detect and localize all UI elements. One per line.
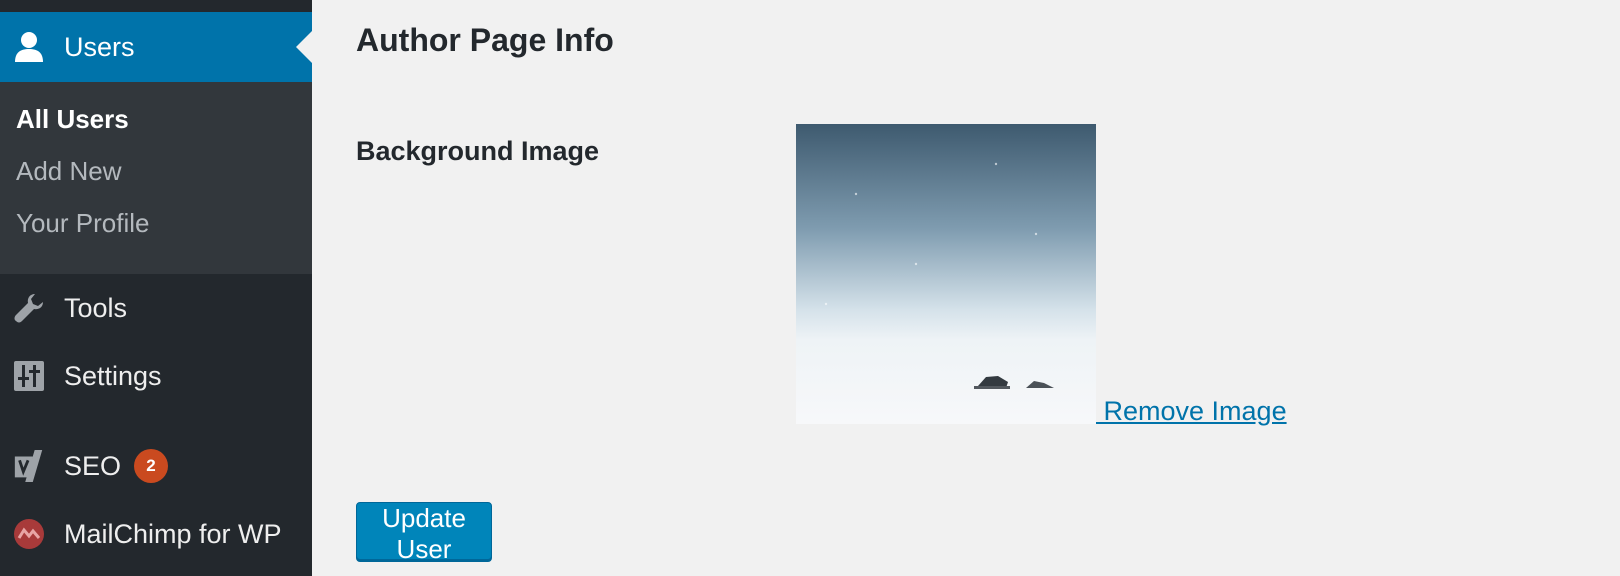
- update-user-button[interactable]: Update User: [356, 502, 492, 564]
- sidebar-item-settings[interactable]: Settings: [0, 346, 312, 406]
- sidebar-item-label: SEO: [64, 450, 122, 481]
- submenu-item-all-users[interactable]: All Users: [16, 104, 129, 135]
- remove-image-link[interactable]: Remove Image: [1096, 396, 1287, 427]
- sidebar-item-label: MailChimp for WP: [64, 518, 282, 549]
- background-image-label: Background Image: [356, 136, 600, 166]
- submenu-item-add-new[interactable]: Add New: [16, 156, 122, 187]
- background-image-thumbnail: [796, 124, 1096, 424]
- notification-badge: 2: [134, 449, 168, 483]
- sidebar-item-mailchimp[interactable]: MailChimp for WP: [0, 504, 312, 564]
- sidebar-item-label: Tools: [64, 292, 128, 323]
- sidebar-item-seo[interactable]: SEO 2: [0, 436, 312, 496]
- main-content: Author Page Info Background Image Remove…: [312, 0, 1620, 576]
- submenu-item-your-profile[interactable]: Your Profile: [16, 208, 149, 239]
- yoast-icon: [12, 449, 46, 483]
- sidebar-item-label: Users: [64, 31, 135, 62]
- section-title: Author Page Info: [356, 22, 614, 58]
- user-icon: [12, 30, 46, 64]
- mailchimp-icon: [12, 517, 46, 551]
- wrench-icon: [12, 291, 46, 325]
- sidebar-item-tools[interactable]: Tools: [0, 278, 312, 338]
- sidebar-item-users[interactable]: Users: [0, 12, 312, 82]
- admin-sidebar: Users All Users Add New Your Profile Too…: [0, 0, 312, 576]
- active-indicator-arrow: [296, 31, 312, 63]
- sliders-icon: [12, 359, 46, 393]
- sidebar-item-label: Settings: [64, 360, 162, 391]
- users-submenu: All Users Add New Your Profile: [0, 82, 312, 274]
